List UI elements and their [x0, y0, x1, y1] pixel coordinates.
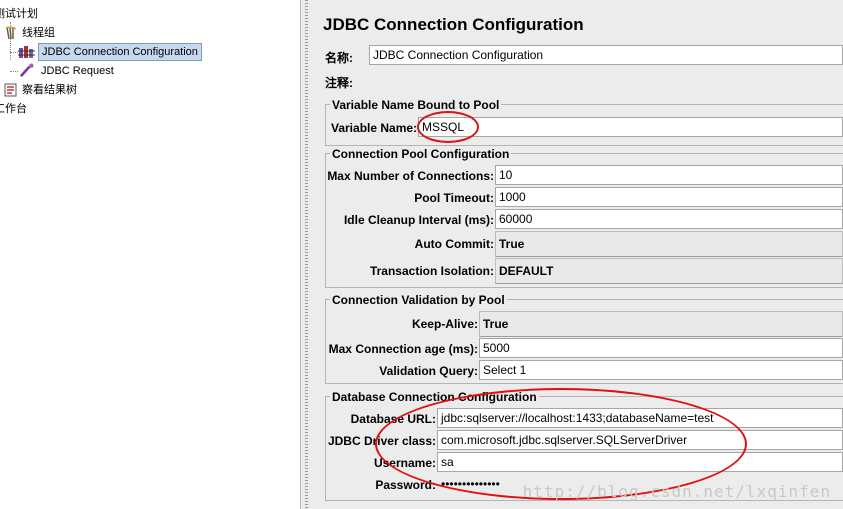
connection-pool-group-title: Connection Pool Configuration [330, 147, 512, 161]
tree-item-label: 工作台 [0, 103, 27, 115]
tree-item-test-plan[interactable]: 测试计划 [0, 5, 44, 23]
connection-validation-group-title: Connection Validation by Pool [330, 293, 507, 307]
tree-item-label: 线程组 [22, 27, 55, 39]
username-label: Username: [373, 456, 436, 470]
keep-alive-dropdown[interactable]: True [479, 311, 843, 337]
variable-name-field[interactable]: MSSQL [418, 117, 843, 137]
password-label: Password: [375, 478, 436, 492]
variable-name-label: Variable Name: [331, 121, 418, 135]
idle-cleanup-label: Idle Cleanup Interval (ms): [343, 213, 494, 227]
database-url-field[interactable]: jdbc:sqlserver://localhost:1433;database… [437, 408, 843, 428]
jdbc-driver-class-label: JDBC Driver class: [327, 434, 436, 448]
max-connections-field[interactable]: 10 [495, 165, 843, 185]
auto-commit-dropdown[interactable]: True [495, 231, 843, 257]
watermark: http://blog.csdn.net/lxqinfen [522, 482, 831, 501]
tree-item-workbench[interactable]: 工作台 [0, 100, 33, 118]
config-panel: JDBC Connection Configuration 名称: JDBC C… [313, 0, 843, 509]
username-field[interactable]: sa [437, 452, 843, 472]
validation-query-label: Validation Query: [379, 364, 478, 378]
tree-item-label: JDBC Request [41, 65, 114, 77]
name-field[interactable]: JDBC Connection Configuration [369, 45, 843, 65]
validation-query-field[interactable]: Select 1 [479, 360, 843, 380]
pool-timeout-label: Pool Timeout: [414, 191, 494, 205]
results-tree-icon [4, 83, 17, 97]
transaction-isolation-dropdown[interactable]: DEFAULT [495, 258, 843, 284]
tree-connector [10, 52, 18, 53]
idle-cleanup-field[interactable]: 60000 [495, 209, 843, 229]
tree-item-label: 测试计划 [0, 8, 38, 20]
transaction-isolation-label: Transaction Isolation: [369, 264, 494, 278]
tree-item-label: 察看结果树 [22, 84, 77, 96]
max-connection-age-field[interactable]: 5000 [479, 338, 843, 358]
splitter-grip [305, 0, 308, 509]
split-pane-divider[interactable] [300, 0, 314, 509]
comment-field[interactable] [365, 71, 843, 91]
max-connection-age-label: Max Connection age (ms): [328, 342, 478, 356]
auto-commit-label: Auto Commit: [414, 237, 494, 251]
page-title: JDBC Connection Configuration [323, 15, 584, 34]
thread-group-icon [5, 26, 17, 40]
jdbc-config-icon [18, 46, 35, 58]
jdbc-request-icon [19, 63, 34, 77]
pool-timeout-field[interactable]: 1000 [495, 187, 843, 207]
max-connections-label: Max Number of Connections: [327, 169, 494, 183]
jdbc-driver-class-field[interactable]: com.microsoft.jdbc.sqlserver.SQLServerDr… [437, 430, 843, 450]
tree-connector [10, 71, 18, 72]
test-plan-tree: 测试计划 线程组 JDBC Connection Configuration J… [0, 0, 300, 509]
name-label: 名称: [325, 51, 353, 65]
keep-alive-label: Keep-Alive: [411, 317, 478, 331]
database-url-label: Database URL: [350, 412, 436, 426]
tree-item-label: JDBC Connection Configuration [38, 43, 202, 61]
database-connection-group-title: Database Connection Configuration [330, 390, 539, 404]
variable-name-group-title: Variable Name Bound to Pool [330, 98, 502, 112]
